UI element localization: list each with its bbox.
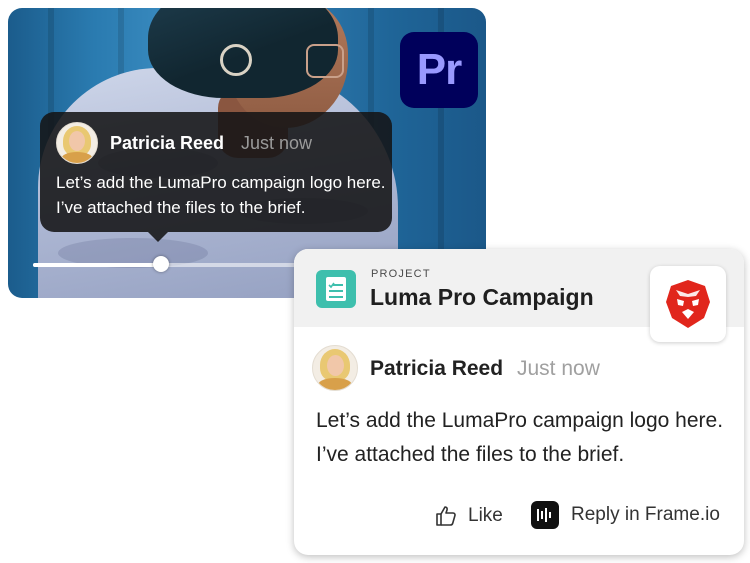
reply-in-frameio-button[interactable]: Reply in Frame.io xyxy=(531,499,720,531)
comment-author: Patricia Reed xyxy=(370,357,504,380)
project-kicker: PROJECT xyxy=(371,268,431,280)
avatar xyxy=(56,122,98,164)
lion-logo-icon xyxy=(666,280,710,328)
project-title[interactable]: Luma Pro Campaign xyxy=(370,284,594,311)
video-scrubber-handle[interactable] xyxy=(152,256,169,272)
thumbs-up-icon xyxy=(436,506,456,526)
comment-time: Just now xyxy=(517,357,600,380)
like-label: Like xyxy=(468,505,503,526)
comment-author: Patricia Reed xyxy=(110,133,225,153)
like-button[interactable]: Like xyxy=(434,501,503,531)
frameio-icon xyxy=(531,501,559,529)
checklist-icon xyxy=(316,270,356,308)
premiere-pro-logo-text: Pr xyxy=(416,45,462,94)
avatar xyxy=(312,345,358,391)
video-comment-bubble[interactable]: Patricia Reed Just now Let’s add the Lum… xyxy=(40,112,392,242)
glasses xyxy=(306,44,344,78)
premiere-pro-logo: Pr xyxy=(400,32,478,108)
reply-label: Reply in Frame.io xyxy=(571,504,720,525)
comment-time: Just now xyxy=(241,133,313,153)
comment-message: Let’s add the LumaPro campaign logo here… xyxy=(56,173,386,217)
earring xyxy=(220,44,252,76)
project-comment-card: PROJECT Luma Pro Campaign Patricia Reed … xyxy=(294,249,744,555)
comment-message: Let’s add the LumaPro campaign logo here… xyxy=(316,409,724,466)
video-scrubber-progress xyxy=(33,263,161,267)
brand-logo-tile xyxy=(650,266,726,342)
